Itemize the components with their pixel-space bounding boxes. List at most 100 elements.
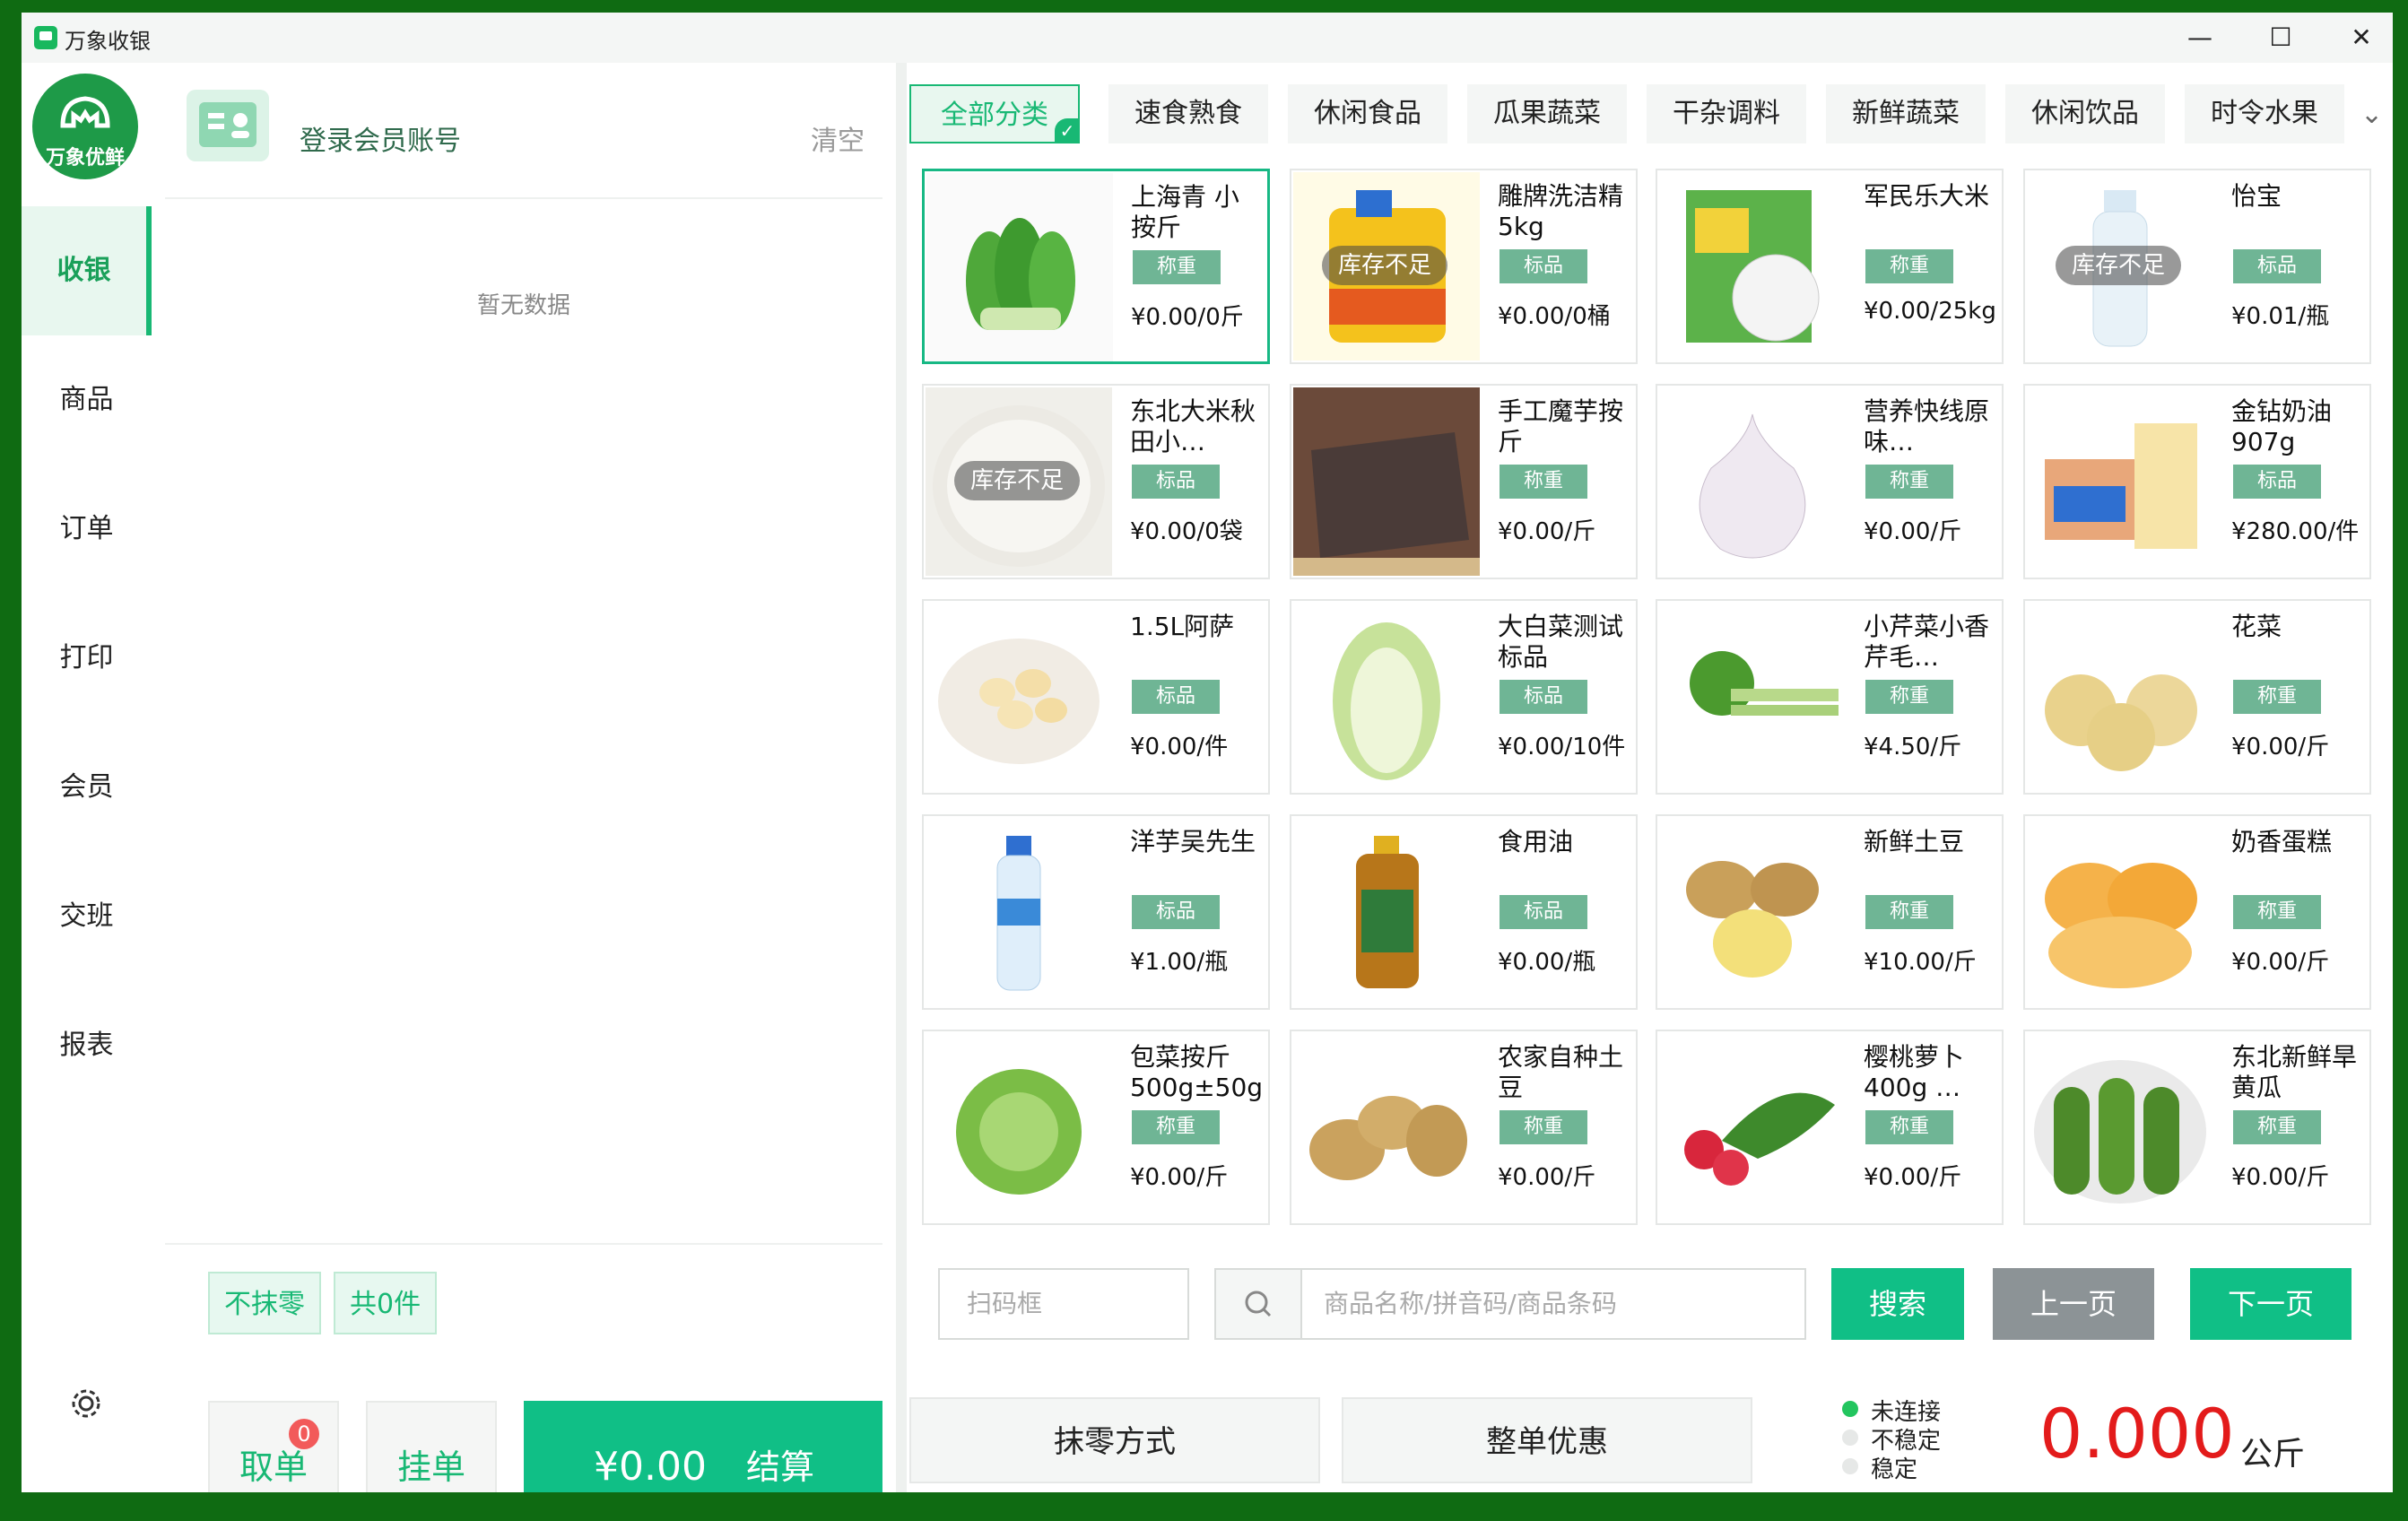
- category-label: 速食熟食: [1134, 98, 1242, 129]
- category-tab-0[interactable]: 全部分类 ✓: [909, 84, 1080, 143]
- prev-page-button[interactable]: 上一页: [1993, 1268, 2154, 1340]
- product-card[interactable]: 1.5L阿萨 标品 ¥0.00/件: [922, 599, 1270, 795]
- product-price: ¥280.00/件: [2231, 518, 2360, 545]
- product-image: [1659, 603, 1846, 791]
- product-card[interactable]: 东北新鲜旱黄瓜 称重 ¥0.00/斤: [2023, 1030, 2371, 1225]
- product-name: 花菜: [2231, 612, 2282, 641]
- product-card[interactable]: 上海青 小 按斤 称重 ¥0.00/0斤: [922, 169, 1270, 364]
- category-tab-5[interactable]: 新鲜蔬菜: [1826, 84, 1986, 143]
- product-type-tag: 称重: [1500, 465, 1587, 499]
- product-card[interactable]: 大白菜测试标品 标品 ¥0.00/10件: [1290, 599, 1638, 795]
- product-card[interactable]: 花菜 称重 ¥0.00/斤: [2023, 599, 2371, 795]
- product-card[interactable]: 库存不足 怡宝 标品 ¥0.01/瓶: [2023, 169, 2371, 364]
- panel-separator: [896, 63, 907, 1492]
- product-type-tag: 称重: [1865, 1110, 1953, 1144]
- product-type-tag: 称重: [2233, 680, 2321, 714]
- nav-item-2[interactable]: 订单: [22, 465, 152, 594]
- product-card[interactable]: 小芹菜小香芹毛… 称重 ¥4.50/斤: [1656, 599, 2004, 795]
- weight-unit: 公斤: [2240, 1436, 2306, 1473]
- scale-weight-readout: 0.000: [2039, 1394, 2235, 1473]
- product-search-field[interactable]: 商品名称/拼音码/商品条码: [1214, 1268, 1806, 1340]
- product-card[interactable]: 库存不足 东北大米秋田小… 标品 ¥0.00/0袋: [922, 384, 1270, 579]
- product-card[interactable]: 食用油 标品 ¥0.00/瓶: [1290, 814, 1638, 1010]
- hold-order-button[interactable]: 挂单: [366, 1401, 497, 1492]
- nav-item-0[interactable]: 收银: [22, 206, 152, 335]
- search-button[interactable]: 搜索: [1831, 1268, 1964, 1340]
- scan-input[interactable]: 扫码框: [938, 1268, 1189, 1340]
- product-price: ¥4.50/斤: [1864, 734, 1962, 760]
- settings-gear-icon[interactable]: [68, 1386, 104, 1421]
- product-card[interactable]: 樱桃萝卜400g … 称重 ¥0.00/斤: [1656, 1030, 2004, 1225]
- product-card[interactable]: 包菜按斤500g±50g 称重 ¥0.00/斤: [922, 1030, 1270, 1225]
- title-bar: 万象收银 — ☐ ✕: [22, 13, 2393, 63]
- product-type-tag: 称重: [2233, 1110, 2321, 1144]
- product-image: [2027, 387, 2213, 576]
- minimize-button[interactable]: —: [2160, 13, 2240, 63]
- nav-item-1[interactable]: 商品: [22, 335, 152, 465]
- search-input[interactable]: 商品名称/拼音码/商品条码: [1324, 1270, 1617, 1338]
- product-type-tag: 标品: [2233, 249, 2321, 283]
- no-rounding-tag[interactable]: 不抹零: [208, 1272, 321, 1334]
- product-image: [1293, 603, 1480, 791]
- product-type-tag: 称重: [1133, 250, 1221, 284]
- product-card[interactable]: 新鲜土豆 称重 ¥10.00/斤: [1656, 814, 2004, 1010]
- next-page-button[interactable]: 下一页: [2190, 1268, 2351, 1340]
- category-tab-2[interactable]: 休闲食品: [1288, 84, 1447, 143]
- category-tab-4[interactable]: 干杂调料: [1647, 84, 1806, 143]
- panel-divider: [165, 1243, 882, 1245]
- product-card[interactable]: 军民乐大米 称重 ¥0.00/25kg: [1656, 169, 2004, 364]
- member-card-icon: [187, 90, 269, 161]
- nav-item-3[interactable]: 打印: [22, 594, 152, 723]
- maximize-button[interactable]: ☐: [2240, 13, 2321, 63]
- product-image: [1659, 1033, 1846, 1221]
- product-name: 营养快线原味…: [1864, 396, 1990, 456]
- product-name: 1.5L阿萨: [1130, 612, 1235, 641]
- product-card[interactable]: 库存不足 雕牌洗洁精5kg 标品 ¥0.00/0桶: [1290, 169, 1638, 364]
- product-price: ¥1.00/瓶: [1130, 949, 1229, 976]
- product-card[interactable]: 奶香蛋糕 称重 ¥0.00/斤: [2023, 814, 2371, 1010]
- product-name: 金钻奶油907g: [2231, 396, 2333, 456]
- status-dot-icon: [1842, 1458, 1858, 1474]
- product-type-tag: 称重: [1865, 465, 1953, 499]
- rounding-method-button[interactable]: 抹零方式: [909, 1397, 1320, 1483]
- product-image: [926, 818, 1112, 1006]
- product-card[interactable]: 金钻奶油907g 标品 ¥280.00/件: [2023, 384, 2371, 579]
- app-window: 万象收银 — ☐ ✕ 万象优鲜 收银商品订单打印会员交班报表 登录会: [22, 13, 2393, 1492]
- product-card[interactable]: 农家自种土豆 称重 ¥0.00/斤: [1290, 1030, 1638, 1225]
- checkout-label: 结算: [746, 1447, 815, 1487]
- product-type-tag: 标品: [1500, 895, 1587, 929]
- product-price: ¥0.01/瓶: [2231, 303, 2330, 330]
- order-discount-button[interactable]: 整单优惠: [1342, 1397, 1752, 1483]
- category-tab-3[interactable]: 瓜果蔬菜: [1467, 84, 1627, 143]
- product-card[interactable]: 洋芋吴先生 标品 ¥1.00/瓶: [922, 814, 1270, 1010]
- chevron-down-icon[interactable]: ⌄: [2360, 99, 2383, 130]
- product-card[interactable]: 营养快线原味… 称重 ¥0.00/斤: [1656, 384, 2004, 579]
- member-login-link[interactable]: 登录会员账号: [300, 118, 461, 158]
- clear-cart-button[interactable]: 清空: [811, 118, 865, 158]
- category-tab-1[interactable]: 速食熟食: [1108, 84, 1268, 143]
- take-order-button[interactable]: 取单 0: [208, 1401, 339, 1492]
- product-type-tag: 标品: [2233, 465, 2321, 499]
- product-card[interactable]: 手工魔芋按斤 称重 ¥0.00/斤: [1290, 384, 1638, 579]
- product-name: 东北大米秋田小…: [1130, 396, 1256, 456]
- product-image: [926, 603, 1112, 791]
- product-image: [926, 1033, 1112, 1221]
- category-tab-6[interactable]: 休闲饮品: [2005, 84, 2165, 143]
- empty-cart-text: 暂无数据: [476, 292, 570, 319]
- checkout-button[interactable]: ¥0.00 结算: [524, 1401, 882, 1492]
- product-name: 农家自种土豆: [1498, 1042, 1624, 1102]
- search-icon: [1216, 1270, 1302, 1338]
- product-type-tag: 称重: [1865, 680, 1953, 714]
- category-label: 全部分类: [941, 100, 1048, 131]
- nav-item-6[interactable]: 报表: [22, 981, 152, 1110]
- product-price: ¥0.00/25kg: [1864, 298, 1996, 325]
- product-type-tag: 称重: [1132, 1110, 1220, 1144]
- product-price: ¥0.00/10件: [1498, 734, 1626, 760]
- nav-item-4[interactable]: 会员: [22, 723, 152, 852]
- product-price: ¥0.00/斤: [2231, 949, 2330, 976]
- nav-item-5[interactable]: 交班: [22, 852, 152, 981]
- close-button[interactable]: ✕: [2321, 13, 2393, 63]
- category-label: 时令水果: [2211, 98, 2318, 129]
- product-price: ¥0.00/瓶: [1498, 949, 1596, 976]
- category-tab-7[interactable]: 时令水果: [2185, 84, 2344, 143]
